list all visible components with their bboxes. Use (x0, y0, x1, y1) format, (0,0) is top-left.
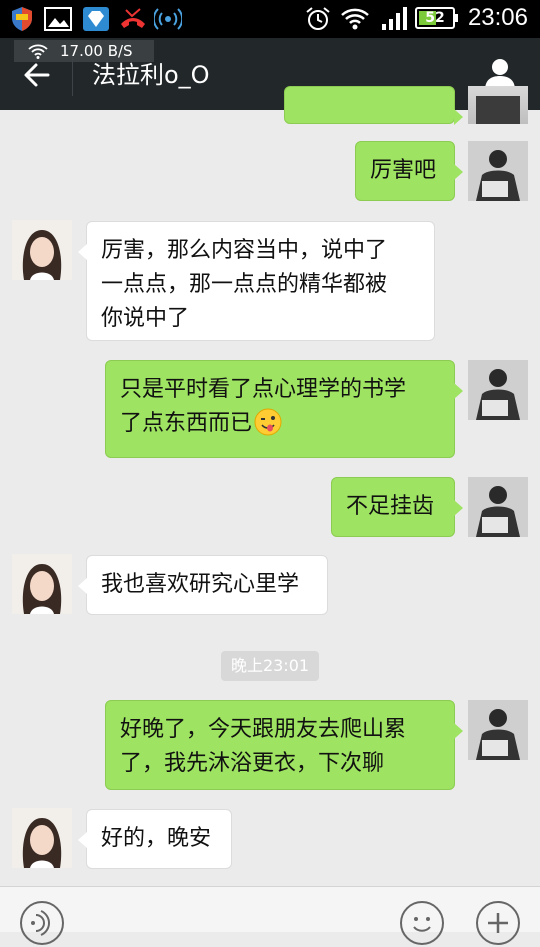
my-avatar[interactable] (468, 700, 528, 760)
message-bubble-sent[interactable]: 好晚了，今天跟朋友去爬山累 了，我先沐浴更衣，下次聊 (105, 700, 463, 790)
status-bar: 52 23:06 (0, 0, 540, 38)
cell-signal-icon (382, 7, 407, 30)
emoji-icon (413, 917, 431, 932)
chat-header: 17.00 B/S 法拉利o_O (0, 38, 540, 110)
alarm-icon (306, 7, 330, 30)
voice-button[interactable] (20, 901, 64, 945)
message-text-line: 一点点，那一点点的精华都被 (101, 272, 388, 297)
message-text-line: 只是平时看了点心理学的书学 (120, 377, 407, 402)
clock: 23:06 (467, 4, 528, 31)
message-bubble-received[interactable]: 厉害，那么内容当中，说中了 一点点，那一点点的精华都被 你说中了 (78, 221, 435, 341)
my-avatar[interactable] (468, 86, 528, 124)
diamond-icon (83, 7, 109, 31)
voice-icon (31, 910, 50, 936)
person-photo-icon (476, 96, 520, 124)
wifi-icon (341, 8, 369, 30)
more-options-button[interactable] (476, 901, 520, 945)
my-avatar[interactable] (468, 360, 528, 420)
input-toolbar (0, 886, 540, 945)
person-photo-icon (468, 477, 528, 537)
message-bubble-received[interactable]: 我也喜欢研究心里学 (78, 555, 328, 615)
network-speed-overlay: 17.00 B/S (14, 40, 154, 62)
contact-avatar[interactable] (12, 220, 72, 280)
winking-face-tongue-emoji (254, 408, 282, 436)
message-bubble-sent[interactable]: 厉害吧 (355, 141, 463, 201)
message-bubble-sent[interactable]: 不足挂齿 (331, 477, 463, 537)
message-bubble-received[interactable]: 好的，晚安 (78, 809, 232, 869)
person-photo-icon (468, 360, 528, 420)
battery-indicator: 52 (415, 7, 458, 29)
timestamp-divider: 晚上23:01 (221, 651, 319, 681)
person-photo-icon (12, 554, 72, 614)
contact-name-title: 法拉利o_O (92, 61, 210, 89)
gallery-icon (44, 7, 72, 31)
person-photo-icon (468, 700, 528, 760)
wifi-small-icon (28, 44, 48, 59)
plus-icon (488, 913, 508, 933)
missed-call-icon (121, 8, 145, 28)
battery-level: 52 (425, 10, 445, 26)
my-avatar[interactable] (468, 477, 528, 537)
message-bubble-partial[interactable] (284, 86, 463, 125)
back-arrow-icon[interactable] (22, 60, 52, 90)
shield-icon (12, 7, 32, 31)
message-text: 我也喜欢研究心里学 (101, 572, 300, 597)
message-text: 厉害吧 (370, 158, 437, 183)
my-avatar[interactable] (468, 141, 528, 201)
header-divider (72, 56, 73, 96)
person-photo-icon (12, 808, 72, 868)
person-photo-icon (468, 141, 528, 201)
message-text-line: 你说中了 (101, 306, 190, 331)
person-photo-icon (12, 220, 72, 280)
message-text-line: 了，我先沐浴更衣，下次聊 (120, 751, 385, 776)
message-text-line: 好晚了，今天跟朋友去爬山累 (120, 717, 407, 742)
message-text: 好的，晚安 (101, 826, 212, 851)
message-text-line: 了点东西而已 (120, 411, 253, 436)
message-text-line: 厉害，那么内容当中，说中了 (101, 238, 388, 263)
message-text: 不足挂齿 (346, 494, 435, 519)
network-speed-text: 17.00 B/S (60, 42, 133, 60)
contact-avatar[interactable] (12, 808, 72, 868)
contact-avatar[interactable] (12, 554, 72, 614)
message-bubble-sent[interactable]: 只是平时看了点心理学的书学 了点东西而已 (105, 360, 463, 458)
emoji-button[interactable] (400, 901, 444, 945)
signal-broadcast-icon (154, 8, 182, 30)
